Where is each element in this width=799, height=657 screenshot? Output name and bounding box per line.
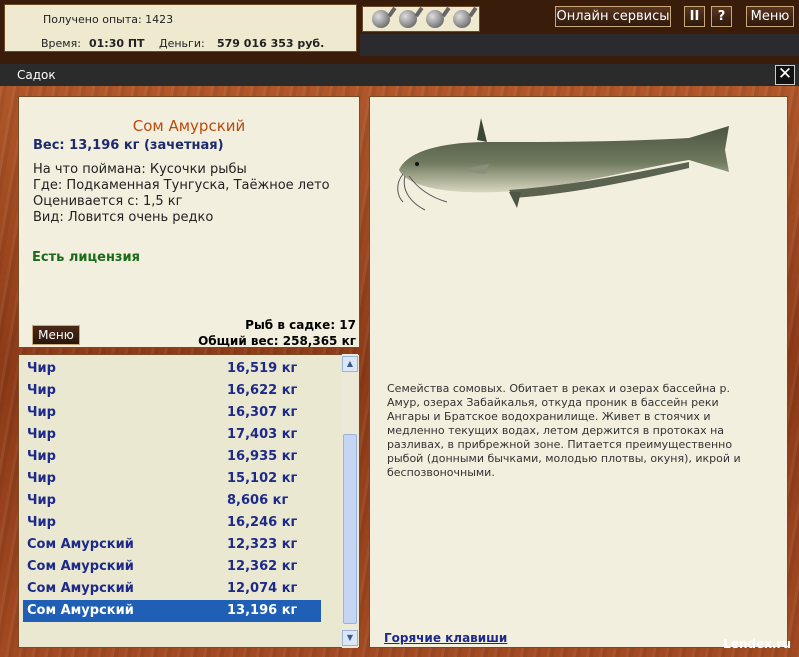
- keepnet-window: Садок ✕ Сом Амурский Вес: 13,196 кг (зач…: [0, 64, 799, 657]
- row-fish-name: Сом Амурский: [27, 603, 134, 618]
- pause-button[interactable]: II: [684, 6, 705, 27]
- table-row[interactable]: Сом Амурский 12,362 кг: [23, 556, 321, 578]
- bait-icon[interactable]: [452, 10, 471, 28]
- scroll-thumb[interactable]: [343, 434, 357, 624]
- row-fish-weight: 16,622 кг: [227, 383, 298, 398]
- table-row[interactable]: Чир 16,246 кг: [23, 512, 321, 534]
- row-fish-name: Сом Амурский: [27, 537, 134, 552]
- table-row[interactable]: Сом Амурский 12,323 кг: [23, 534, 321, 556]
- table-row[interactable]: Чир 15,102 кг: [23, 468, 321, 490]
- row-fish-name: Чир: [27, 405, 56, 420]
- row-fish-name: Чир: [27, 449, 56, 464]
- row-fish-name: Чир: [27, 383, 56, 398]
- caught-with: На что поймана: Кусочки рыбы: [33, 162, 247, 177]
- menu-button[interactable]: Меню: [32, 325, 80, 345]
- help-button[interactable]: ?: [711, 6, 732, 27]
- row-fish-weight: 12,362 кг: [227, 559, 298, 574]
- wood-frame: Сом Амурский Вес: 13,196 кг (зачетная) Н…: [0, 86, 799, 657]
- row-fish-weight: 16,307 кг: [227, 405, 298, 420]
- row-fish-weight: 17,403 кг: [227, 427, 298, 442]
- window-titlebar: Садок ✕: [0, 64, 799, 86]
- scroll-down-icon[interactable]: ▼: [342, 630, 358, 646]
- row-fish-weight: 8,606 кг: [227, 493, 289, 508]
- table-row[interactable]: Чир 16,519 кг: [23, 358, 321, 380]
- player-status-panel: Получено опыта: 1423 Время: 01:30 ПТ Ден…: [4, 4, 357, 52]
- total-weight: Общий вес: 258,365 кг: [198, 334, 356, 348]
- row-fish-weight: 12,323 кг: [227, 537, 298, 552]
- row-fish-weight: 16,246 кг: [227, 515, 298, 530]
- fish-weight: Вес: 13,196 кг (зачетная): [33, 138, 224, 153]
- fish-description: Семейства сомовых. Обитает в реках и озе…: [387, 382, 741, 479]
- table-row[interactable]: Сом Амурский 13,196 кг: [23, 600, 321, 622]
- bait-icon[interactable]: [398, 10, 417, 28]
- row-fish-name: Чир: [27, 471, 56, 486]
- hotkeys-link[interactable]: Горячие клавиши: [384, 631, 507, 645]
- table-row[interactable]: Чир 16,622 кг: [23, 380, 321, 402]
- fish-info-panel: Сом Амурский Вес: 13,196 кг (зачетная) Н…: [18, 96, 360, 348]
- row-fish-name: Чир: [27, 427, 56, 442]
- bait-bar: [362, 6, 480, 32]
- window-title: Садок: [17, 68, 56, 82]
- table-row[interactable]: Чир 17,403 кг: [23, 424, 321, 446]
- row-fish-weight: 12,074 кг: [227, 581, 298, 596]
- table-row[interactable]: Чир 16,935 кг: [23, 446, 321, 468]
- fish-name: Сом Амурский: [132, 117, 246, 135]
- description-panel: Семейства сомовых. Обитает в реках и озе…: [369, 96, 788, 648]
- row-fish-weight: 16,519 кг: [227, 361, 298, 376]
- table-row[interactable]: Чир 16,307 кг: [23, 402, 321, 424]
- row-fish-weight: 15,102 кг: [227, 471, 298, 486]
- bait-icon[interactable]: [425, 10, 444, 28]
- row-fish-weight: 16,935 кг: [227, 449, 298, 464]
- row-fish-name: Сом Амурский: [27, 581, 134, 596]
- valued-from: Оценивается с: 1,5 кг: [33, 194, 183, 209]
- main-menu-button[interactable]: Меню: [746, 6, 794, 27]
- money-value: 579 016 353 руб.: [217, 37, 325, 50]
- bait-icon[interactable]: [371, 10, 390, 28]
- fish-list: Чир 16,519 кг Чир 16,622 кг Чир 16,307 кг Чир 1…: [18, 354, 360, 648]
- close-button[interactable]: ✕: [775, 65, 795, 85]
- list-scrollbar[interactable]: ▲ ▼: [342, 354, 358, 648]
- row-fish-weight: 13,196 кг: [227, 603, 298, 618]
- fish-count: Рыб в садке: 17: [245, 318, 356, 332]
- time-label: Время:: [41, 37, 81, 50]
- rarity: Вид: Ловится очень редко: [33, 210, 214, 225]
- row-fish-name: Чир: [27, 493, 56, 508]
- row-fish-name: Чир: [27, 361, 56, 376]
- catch-location: Где: Подкаменная Тунгуска, Таёжное лето: [33, 178, 330, 193]
- money-label: Деньги:: [159, 37, 205, 50]
- table-row[interactable]: Чир 8,606 кг: [23, 490, 321, 512]
- watermark: Lendex.ru: [723, 637, 791, 651]
- top-dark-strip: [360, 34, 799, 56]
- experience-text: Получено опыта: 1423: [43, 13, 174, 26]
- catfish-image: [397, 118, 729, 211]
- time-value: 01:30 ПТ: [89, 37, 145, 50]
- license-status: Есть лицензия: [32, 250, 140, 265]
- online-services-button[interactable]: Онлайн сервисы: [555, 6, 671, 27]
- row-fish-name: Чир: [27, 515, 56, 530]
- row-fish-name: Сом Амурский: [27, 559, 134, 574]
- table-row[interactable]: Сом Амурский 12,074 кг: [23, 578, 321, 600]
- scroll-up-icon[interactable]: ▲: [342, 356, 358, 372]
